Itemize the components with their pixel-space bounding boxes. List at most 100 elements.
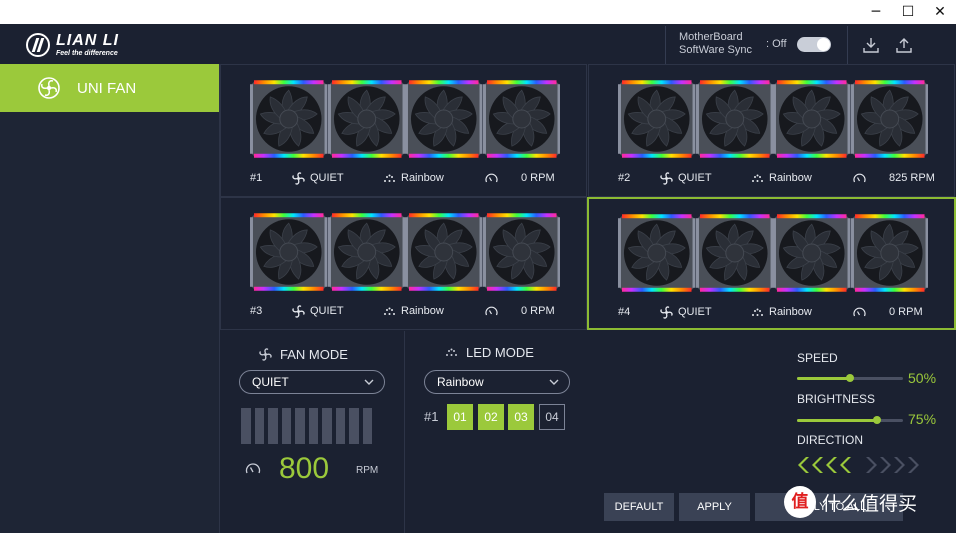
led-icon <box>752 174 763 182</box>
brightness-slider[interactable] <box>797 416 903 424</box>
group-fan-mode: QUIET <box>660 304 712 320</box>
header-divider <box>847 26 848 64</box>
fan-image <box>773 80 851 158</box>
fan-curve-bars[interactable] <box>241 408 372 444</box>
watermark-text: 什么值得买 <box>822 492 918 515</box>
group-number-text: #3 <box>250 305 263 317</box>
fan-image <box>405 213 483 291</box>
fan-group-3[interactable]: #3 QUIET Rainbow 0 RPM <box>220 197 587 330</box>
group-rpm: 0 RPM <box>485 170 555 186</box>
sidebar-item-uni-fan[interactable]: UNI FAN <box>0 64 219 112</box>
group-led-mode: Rainbow <box>383 303 444 319</box>
group-led-mode: Rainbow <box>751 304 812 320</box>
group-rpm-text: 0 RPM <box>521 305 555 317</box>
brightness-slider-knob[interactable] <box>872 416 881 424</box>
fan-icon <box>292 304 305 318</box>
panel-divider <box>404 331 405 533</box>
fan-icon <box>660 305 673 319</box>
fan-image <box>327 80 405 158</box>
fan-image <box>618 80 696 158</box>
fan-curve-bar[interactable] <box>295 408 305 444</box>
group-fan-mode: QUIET <box>660 170 712 186</box>
fan-strip <box>618 214 928 292</box>
download-icon[interactable] <box>862 36 880 54</box>
fan-strip <box>250 80 560 158</box>
speed-label: SPEED <box>797 351 838 365</box>
fan-curve-bar[interactable] <box>268 408 278 444</box>
led-zone-03[interactable]: 03 <box>508 404 534 430</box>
direction-right-button[interactable] <box>865 457 920 473</box>
minimize-button[interactable]: ─ <box>862 2 890 22</box>
speed-value: 50% <box>908 370 937 386</box>
fan-image <box>482 80 560 158</box>
speedometer-icon <box>853 307 866 316</box>
brightness-slider-fill <box>797 419 877 422</box>
led-mode-select[interactable]: Rainbow <box>424 370 570 394</box>
group-number-text: #4 <box>618 306 631 318</box>
smzdm-watermark: 值 什么值得买 <box>784 486 917 518</box>
lianli-logo-icon <box>26 33 50 57</box>
group-led-mode: Rainbow <box>751 170 812 186</box>
default-button[interactable]: DEFAULT <box>604 493 674 521</box>
lianli-logo: LIAN LI Feel the difference <box>26 32 119 58</box>
fan-curve-bar[interactable] <box>349 408 359 444</box>
fan-rpm-unit: RPM <box>356 465 379 476</box>
fan-image <box>695 80 773 158</box>
chevron-left-icon <box>798 457 809 473</box>
fan-mode-select[interactable]: QUIET <box>239 370 385 394</box>
fan-curve-bar[interactable] <box>281 408 291 444</box>
led-mode-title: LED MODE <box>445 345 534 360</box>
chevron-right-icon <box>894 457 905 473</box>
header-divider <box>665 26 666 64</box>
group-fan-mode-text: QUIET <box>310 305 344 317</box>
group-led-mode-text: Rainbow <box>769 172 812 184</box>
mb-sync-toggle[interactable] <box>797 37 831 52</box>
group-led-mode-text: Rainbow <box>401 305 444 317</box>
chevron-down-icon <box>364 379 374 385</box>
group-number: #2 <box>618 170 630 186</box>
logo-tagline: Feel the difference <box>56 49 118 57</box>
direction-left-button[interactable] <box>797 457 852 473</box>
fan-image <box>618 214 696 292</box>
group-rpm: 0 RPM <box>485 303 555 319</box>
group-led-mode-text: Rainbow <box>769 306 812 318</box>
group-number-text: #1 <box>250 172 263 184</box>
group-led-mode: Rainbow <box>383 170 444 186</box>
fan-strip <box>618 80 928 158</box>
fan-curve-bar[interactable] <box>362 408 372 444</box>
fan-image <box>482 213 560 291</box>
chevron-down-icon <box>549 379 559 385</box>
fan-group-2[interactable]: #2 QUIET Rainbow 825 RPM <box>588 64 955 197</box>
led-zone-02[interactable]: 02 <box>478 404 504 430</box>
group-number-text: #2 <box>618 172 631 184</box>
fan-group-1[interactable]: #1 QUIET Rainbow 0 RPM <box>220 64 587 197</box>
fan-group-4[interactable]: #4 QUIET Rainbow 0 RPM <box>587 197 956 330</box>
maximize-button[interactable]: ☐ <box>894 2 922 22</box>
fan-curve-bar[interactable] <box>254 408 264 444</box>
led-zone-01[interactable]: 01 <box>447 404 473 430</box>
group-rpm-text: 0 RPM <box>889 306 923 318</box>
group-fan-mode-text: QUIET <box>678 172 712 184</box>
close-button[interactable]: ✕ <box>926 2 954 22</box>
speedometer-icon <box>485 173 498 182</box>
speedometer-icon <box>245 463 261 474</box>
chevron-right-icon <box>908 457 919 473</box>
apply-button[interactable]: APPLY <box>679 493 750 521</box>
group-number: #4 <box>618 304 630 320</box>
fan-rpm-value: 800 <box>279 452 330 485</box>
fan-strip <box>250 213 560 291</box>
fan-curve-bar[interactable] <box>335 408 345 444</box>
led-icon <box>752 308 763 316</box>
fan-curve-bar[interactable] <box>308 408 318 444</box>
toggle-knob <box>817 38 830 51</box>
fan-image <box>250 80 328 158</box>
upload-icon[interactable] <box>895 36 913 54</box>
chevron-left-icon <box>826 457 837 473</box>
speed-slider[interactable] <box>797 374 903 382</box>
led-zone-04[interactable]: 04 <box>539 404 565 430</box>
fan-curve-bar[interactable] <box>241 408 251 444</box>
group-number: #1 <box>250 170 262 186</box>
fan-curve-bar[interactable] <box>322 408 332 444</box>
mb-sync-label: MotherBoard SoftWare Sync <box>679 31 752 56</box>
speed-slider-knob[interactable] <box>846 374 854 382</box>
